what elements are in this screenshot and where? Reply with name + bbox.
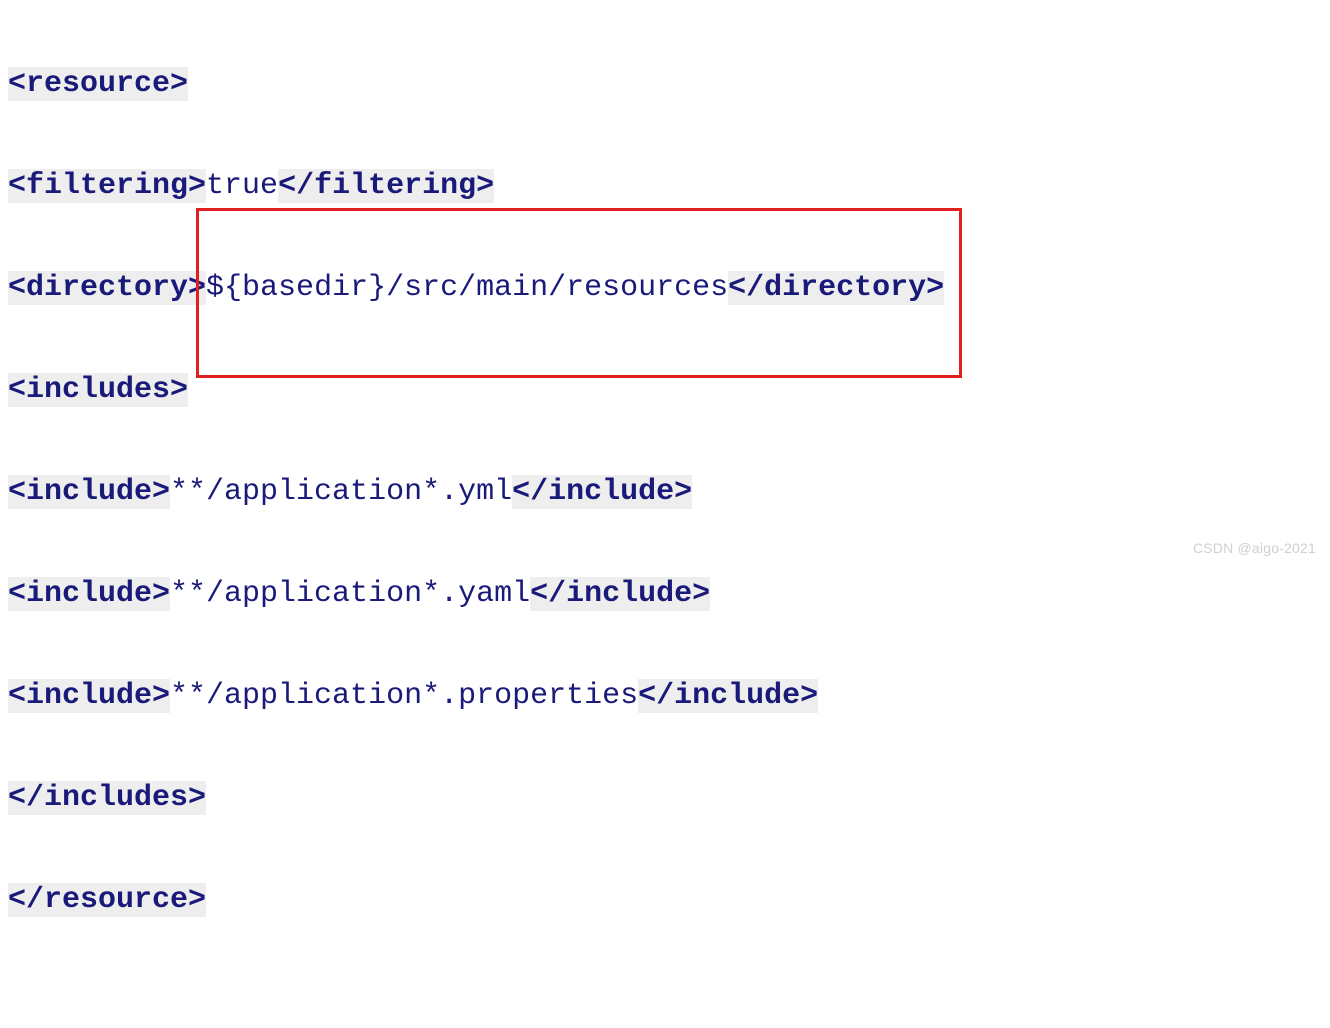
directory-value: ${basedir}/src/main/resources <box>206 271 728 305</box>
include-value-2: **/application*.yaml <box>170 577 530 611</box>
tag-filtering-close: </filtering> <box>278 169 494 203</box>
tag-filtering-open: <filtering> <box>8 169 206 203</box>
tag-include-close-2: </include> <box>530 577 710 611</box>
code-line-8: </includes> <box>8 773 1322 824</box>
filtering-value: true <box>206 169 278 203</box>
tag-resource-open: <resource> <box>8 67 188 101</box>
xml-code-snippet: <resource> <filtering>true</filtering> <… <box>8 8 1322 1028</box>
code-line-5: <include>**/application*.yml</include> <box>8 467 1322 518</box>
tag-include-open-3: <include> <box>8 679 170 713</box>
tag-include-close-1: </include> <box>512 475 692 509</box>
tag-resource-close: </resource> <box>8 883 206 917</box>
code-line-1: <resource> <box>8 59 1322 110</box>
tag-include-open-2: <include> <box>8 577 170 611</box>
watermark-text: CSDN @aigo-2021 <box>1193 537 1316 561</box>
code-line-6: <include>**/application*.yaml</include> <box>8 569 1322 620</box>
include-value-1: **/application*.yml <box>170 475 512 509</box>
code-line-4: <includes> <box>8 365 1322 416</box>
tag-includes-open: <includes> <box>8 373 188 407</box>
code-line-9: </resource> <box>8 875 1322 926</box>
tag-directory-open: <directory> <box>8 271 206 305</box>
code-line-2: <filtering>true</filtering> <box>8 161 1322 212</box>
code-line-3: <directory>${basedir}/src/main/resources… <box>8 263 1322 314</box>
tag-includes-close: </includes> <box>8 781 206 815</box>
tag-include-close-3: </include> <box>638 679 818 713</box>
tag-directory-close: </directory> <box>728 271 944 305</box>
code-line-7: <include>**/application*.properties</inc… <box>8 671 1322 722</box>
include-value-3: **/application*.properties <box>170 679 638 713</box>
tag-include-open-1: <include> <box>8 475 170 509</box>
